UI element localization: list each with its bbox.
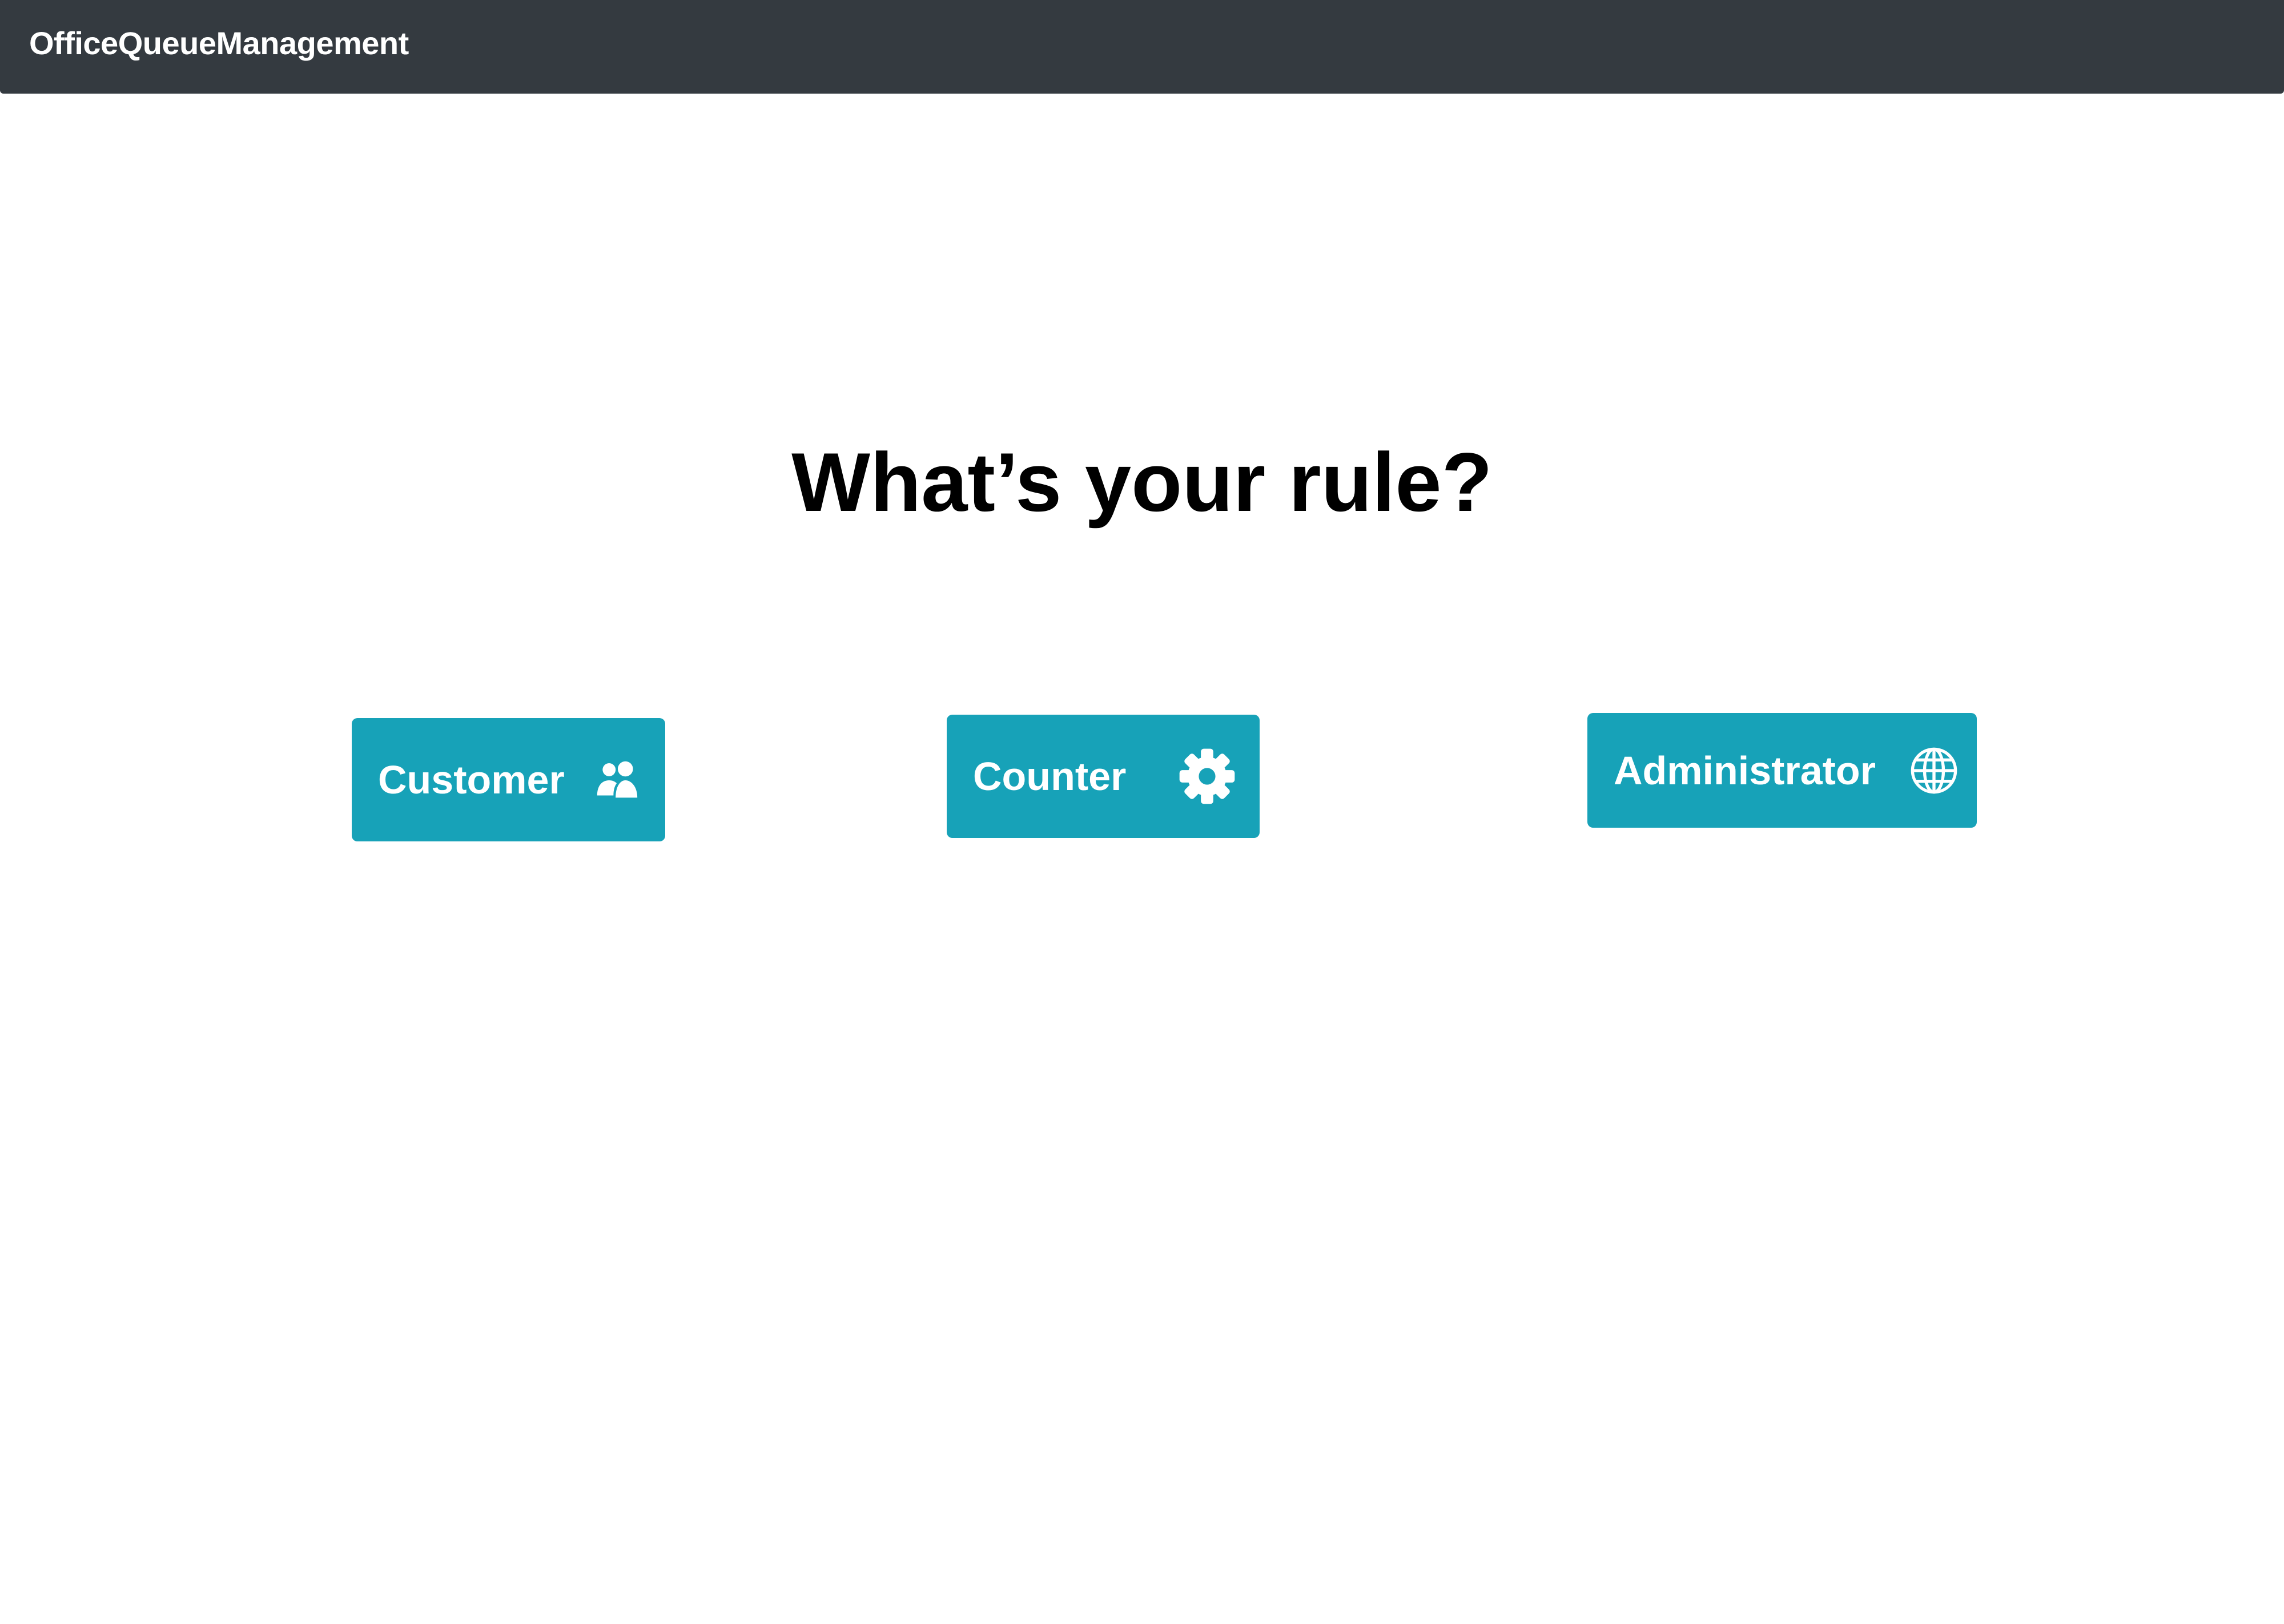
administrator-button-label: Administrator (1614, 748, 1876, 793)
gear-icon (1179, 748, 1236, 805)
counter-button-label: Counter (973, 754, 1127, 799)
customer-button[interactable]: Customer (352, 718, 665, 841)
navbar: OfficeQueueManagement (0, 0, 2284, 94)
people-icon (596, 758, 639, 801)
administrator-button[interactable]: Administrator (1587, 713, 1977, 828)
globe-icon (1909, 746, 1959, 795)
counter-button[interactable]: Counter (947, 715, 1260, 838)
navbar-brand[interactable]: OfficeQueueManagement (29, 0, 409, 87)
customer-button-label: Customer (378, 757, 565, 802)
page-title: What’s your rule? (791, 436, 1493, 529)
